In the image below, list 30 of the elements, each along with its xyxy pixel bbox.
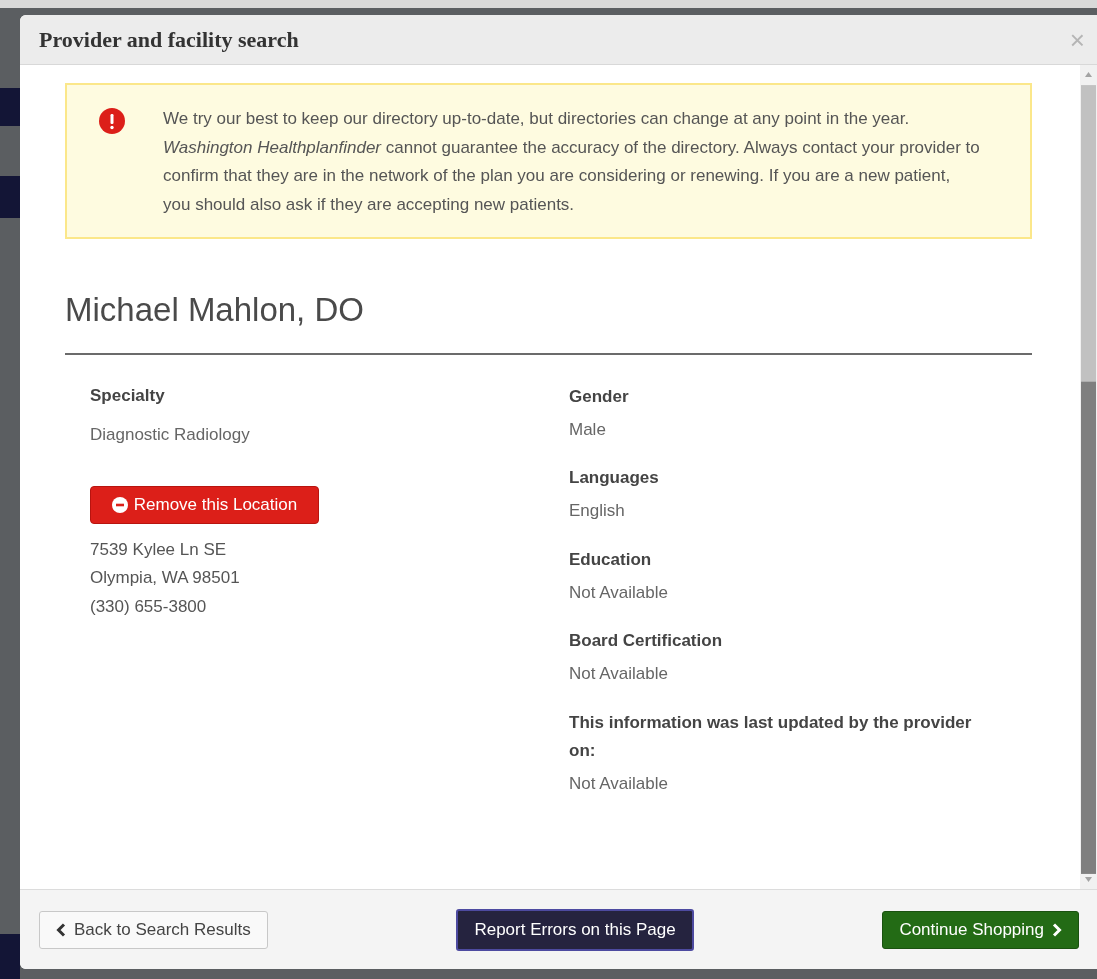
address-line: (330) 655-3800	[90, 595, 208, 618]
dialog-title: Provider and facility search	[39, 26, 299, 54]
field-label: This information was last updated by the provider on:	[569, 711, 973, 762]
report-errors-button[interactable]: Report Errors on this Page	[456, 908, 694, 951]
provider-name: Michael Mahlon, DO	[65, 285, 1032, 355]
continue-shopping-button[interactable]: Continue Shopping	[882, 910, 1079, 949]
alert-icon	[99, 108, 125, 134]
field-label: Education	[569, 548, 653, 571]
minus-circle-icon	[111, 496, 128, 513]
address-line: 7539 Kylee Ln SE	[90, 538, 228, 561]
nav-bar	[0, 176, 20, 218]
scrollbar[interactable]	[1080, 65, 1097, 889]
header-bar	[0, 88, 20, 126]
field-value: English	[569, 500, 626, 522]
notice-text: We try our best to keep our directory up-to-date, but directories can change at any point in the year. Washington Healthplanfinder cannot guarantee the accuracy of the directory. Always contact your provider to confirm that they are in the network of the plan you are considering or renewing. If you are a new patient, you should also ask if they are accepting new patients.	[163, 108, 981, 216]
address-line: Olympia, WA 98501	[90, 567, 241, 589]
field-label: Gender	[569, 385, 630, 408]
chevron-right-icon	[1052, 922, 1062, 937]
field-value: Not Available	[569, 663, 669, 685]
field-value: Not Available	[569, 581, 669, 604]
footer-bar	[0, 934, 20, 979]
field-label: Languages	[569, 467, 660, 489]
field-label: Specialty	[90, 384, 166, 407]
field-value: Diagnostic Radiology	[90, 424, 251, 446]
field-label: Board Certification	[569, 630, 724, 652]
back-button[interactable]: Back to Search Results	[39, 910, 268, 949]
chevron-left-icon	[56, 922, 66, 937]
field-value: Not Available	[569, 772, 669, 795]
field-value: Male	[569, 418, 607, 441]
remove-location-button[interactable]: Remove this Location	[90, 485, 319, 524]
